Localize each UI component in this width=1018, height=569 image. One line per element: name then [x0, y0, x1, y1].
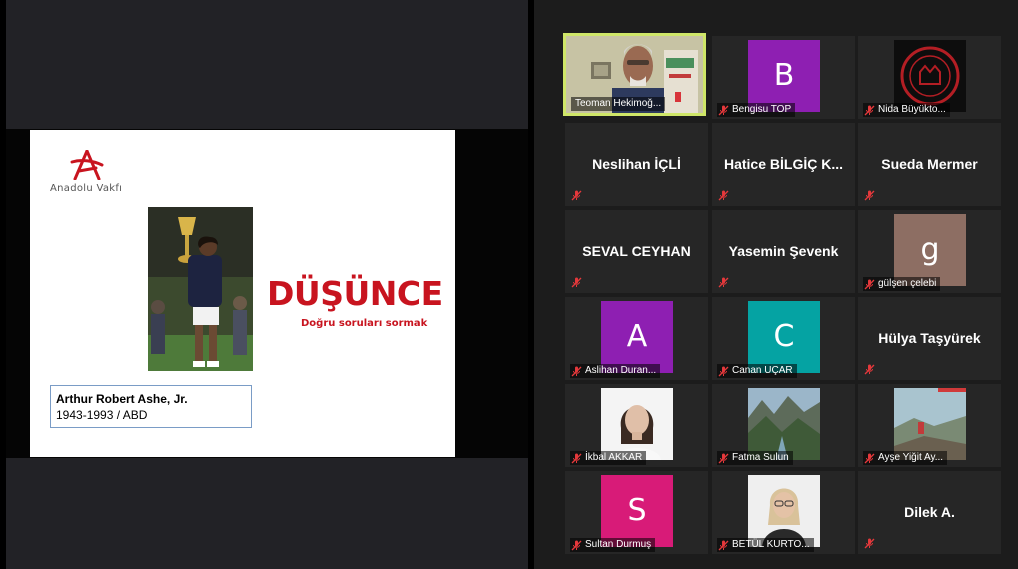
microphone-muted-icon — [864, 453, 875, 463]
participant-name: Neslihan İÇLİ — [592, 156, 681, 172]
microphone-muted-icon — [571, 277, 582, 288]
participant-name-label: Ayşe Yiğit Ay... — [863, 451, 948, 465]
participant-name: Sueda Mermer — [881, 156, 978, 172]
ministry-emblem-icon — [894, 40, 966, 112]
participant-photo — [748, 388, 820, 460]
slide-title: DÜŞÜNCE — [267, 274, 443, 313]
participant-tile[interactable]: C Canan UÇAR — [712, 297, 855, 380]
participant-name: Yasemin Şevenk — [728, 243, 839, 259]
participant-name: Hülya Taşyürek — [878, 330, 981, 346]
microphone-muted-icon — [571, 540, 582, 550]
participant-name-label: BETÜL KURTO... — [717, 538, 814, 552]
participant-name-label: Nida Büyükto... — [863, 103, 950, 117]
logo-text: Anadolu Vakfı — [50, 183, 123, 194]
gallery-view: Teoman Hekimoğ... B Bengisu TOP Nida Büy… — [534, 0, 1018, 569]
participant-name: Hatice BİLGİÇ K... — [723, 156, 844, 172]
participant-name-label: Bengisu TOP — [717, 103, 796, 117]
participant-avatar: C — [748, 301, 820, 373]
participant-tile[interactable]: Teoman Hekimoğ... — [563, 33, 706, 116]
participant-tile[interactable]: Neslihan İÇLİ — [565, 123, 708, 206]
caption-box: Arthur Robert Ashe, Jr. 1943-1993 / ABD — [50, 385, 252, 428]
participant-name-label: Teoman Hekimoğ... — [571, 97, 666, 111]
participant-name-label: Fatma Sulun — [717, 451, 793, 465]
participant-photo — [601, 388, 673, 460]
participant-name-label: Aslihan Duran... — [570, 364, 661, 378]
participant-tile[interactable]: A Aslihan Duran... — [565, 297, 708, 380]
participant-name: SEVAL CEYHAN — [582, 243, 691, 259]
participant-avatar: S — [601, 475, 673, 547]
participant-tile[interactable]: Ayşe Yiğit Ay... — [858, 384, 1001, 467]
presentation-slide: Anadolu Vakfı DÜŞÜNCE Doğru soruları sor… — [30, 130, 455, 457]
microphone-muted-icon — [864, 105, 875, 115]
microphone-muted-icon — [571, 366, 582, 376]
participant-tile[interactable]: BETÜL KURTO... — [712, 471, 855, 554]
microphone-muted-icon — [718, 277, 729, 288]
participant-tile[interactable]: B Bengisu TOP — [712, 36, 855, 119]
participant-avatar: g — [894, 214, 966, 286]
microphone-muted-icon — [864, 538, 875, 549]
participant-tile[interactable]: Hülya Taşyürek — [858, 297, 1001, 380]
microphone-muted-icon — [718, 190, 729, 201]
microphone-muted-icon — [718, 105, 729, 115]
microphone-muted-icon — [571, 190, 582, 201]
participant-name-label: gülşen çelebi — [863, 277, 941, 291]
participant-tile[interactable]: g gülşen çelebi — [858, 210, 1001, 293]
microphone-muted-icon — [718, 453, 729, 463]
participant-name-label: İkbal AKKAR — [570, 451, 647, 465]
participant-name: Dilek A. — [904, 504, 955, 520]
participant-photo — [748, 475, 820, 547]
participant-avatar: A — [601, 301, 673, 373]
participant-tile[interactable]: Nida Büyükto... — [858, 36, 1001, 119]
participant-tile[interactable]: Yasemin Şevenk — [712, 210, 855, 293]
participant-name-label: Canan UÇAR — [717, 364, 797, 378]
participant-tile[interactable]: Fatma Sulun — [712, 384, 855, 467]
caption-name: Arthur Robert Ashe, Jr. — [56, 392, 188, 406]
participant-photo — [894, 388, 966, 460]
microphone-muted-icon — [718, 540, 729, 550]
participant-tile[interactable]: Hatice BİLGİÇ K... — [712, 123, 855, 206]
anadolu-vakfi-logo-icon — [70, 150, 104, 180]
participant-avatar: B — [748, 40, 820, 112]
participant-tile[interactable]: SEVAL CEYHAN — [565, 210, 708, 293]
participant-tile[interactable]: S Sultan Durmuş — [565, 471, 708, 554]
microphone-muted-icon — [864, 190, 875, 201]
arthur-ashe-photo — [148, 207, 253, 371]
slide-subtitle: Doğru soruları sormak — [301, 318, 428, 329]
caption-years: 1943-1993 / ABD — [56, 408, 148, 422]
participant-name-label: Sultan Durmuş — [570, 538, 656, 552]
screen-share-panel: Anadolu Vakfı DÜŞÜNCE Doğru soruları sor… — [6, 0, 528, 569]
microphone-muted-icon — [571, 453, 582, 463]
participant-tile[interactable]: Sueda Mermer — [858, 123, 1001, 206]
participant-tile[interactable]: Dilek A. — [858, 471, 1001, 554]
microphone-muted-icon — [864, 364, 875, 375]
shared-screen: Anadolu Vakfı DÜŞÜNCE Doğru soruları sor… — [6, 129, 528, 458]
microphone-muted-icon — [864, 279, 875, 289]
participant-tile[interactable]: İkbal AKKAR — [565, 384, 708, 467]
microphone-muted-icon — [718, 366, 729, 376]
